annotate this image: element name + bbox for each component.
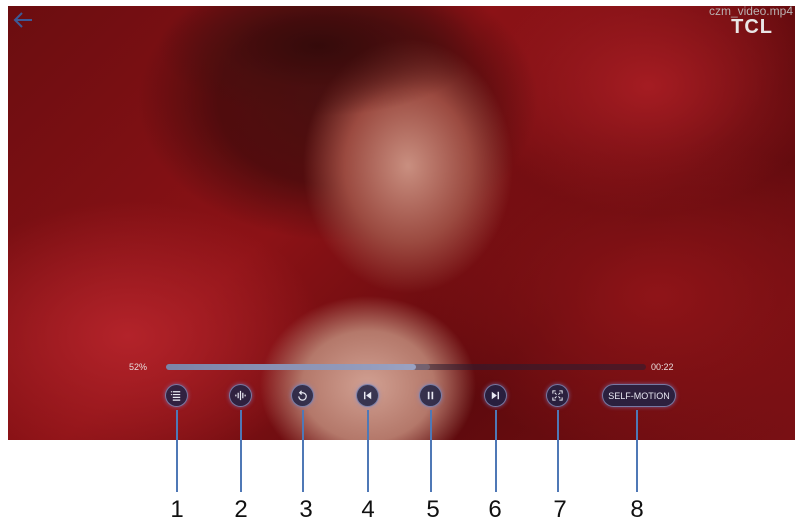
video-screen[interactable]: czm_video.mp4 TCL 52% 00:22 SELF-MOTION bbox=[8, 6, 795, 440]
progress-percent: 52% bbox=[129, 362, 148, 372]
callout-number-1: 1 bbox=[170, 496, 184, 523]
callout-line-2 bbox=[240, 410, 242, 492]
previous-button[interactable] bbox=[356, 384, 379, 407]
repeat-icon bbox=[298, 390, 307, 401]
self-motion-button[interactable]: SELF-MOTION bbox=[602, 384, 676, 407]
skip-previous-icon bbox=[363, 391, 372, 400]
progress-bar[interactable] bbox=[166, 364, 646, 370]
next-button[interactable] bbox=[484, 384, 507, 407]
callout-number-4: 4 bbox=[361, 496, 375, 523]
callout-line-7 bbox=[557, 410, 559, 492]
callout-number-8: 8 bbox=[630, 496, 644, 523]
callout-number-3: 3 bbox=[299, 496, 313, 523]
fit-screen-icon bbox=[552, 390, 563, 401]
time-display: 00:22 bbox=[651, 362, 674, 372]
playlist-button[interactable] bbox=[165, 384, 188, 407]
callout-number-7: 7 bbox=[553, 496, 567, 523]
repeat-button[interactable] bbox=[291, 384, 314, 407]
audio-track-button[interactable] bbox=[229, 384, 252, 407]
callout-line-8 bbox=[636, 410, 638, 492]
callout-number-2: 2 bbox=[234, 496, 248, 523]
callout-line-4 bbox=[367, 410, 369, 492]
back-arrow-icon[interactable] bbox=[12, 10, 40, 32]
pause-button[interactable] bbox=[419, 384, 442, 407]
playlist-icon bbox=[170, 391, 181, 401]
audio-wave-icon bbox=[235, 390, 246, 401]
callout-line-1 bbox=[176, 410, 178, 492]
callout-line-3 bbox=[302, 410, 304, 492]
brand-logo: TCL bbox=[731, 16, 773, 38]
callout-line-5 bbox=[430, 410, 432, 492]
callout-number-5: 5 bbox=[426, 496, 440, 523]
progress-fill bbox=[166, 364, 416, 370]
video-frame-crown bbox=[158, 6, 478, 126]
skip-next-icon bbox=[491, 391, 500, 400]
aspect-ratio-button[interactable] bbox=[546, 384, 569, 407]
callout-number-6: 6 bbox=[488, 496, 502, 523]
callout-line-6 bbox=[495, 410, 497, 492]
pause-icon bbox=[427, 391, 434, 400]
